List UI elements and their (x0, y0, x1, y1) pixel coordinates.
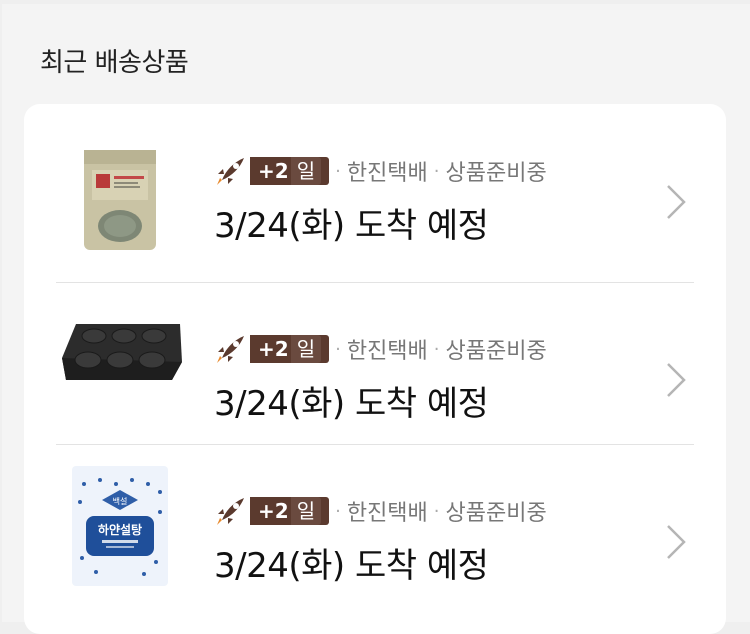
powder-pouch-icon (84, 150, 156, 250)
delivery-item[interactable]: 백설 하얀설탕 +2 일 · 한진택배 · 상품준비중 3/24(화) 도착 예… (24, 444, 726, 606)
sugar-bag-icon: 백설 하얀설탕 (72, 466, 168, 586)
badge-plus-days: +2 (250, 335, 289, 363)
delivery-meta: +2 일 · 한진택배 · 상품준비중 (214, 154, 547, 188)
badge-plus-days: +2 (250, 157, 289, 185)
arrival-estimate: 3/24(화) 도착 예정 (214, 546, 489, 586)
shipping-status: 상품준비중 (445, 161, 547, 186)
separator-dot: · (335, 500, 341, 522)
separator-dot: · (335, 160, 341, 182)
brand-seal-text: 백설 (113, 496, 128, 506)
delivery-item[interactable]: +2 일 · 한진택배 · 상품준비중 3/24(화) 도착 예정 (24, 104, 726, 266)
madeleine-baking-tray-icon (62, 324, 182, 380)
page: 최근 배송상품 +2 일 · 한진택배 · 상품준비중 3/24(화) 도착 예… (2, 4, 750, 634)
arrival-estimate: 3/24(화) 도착 예정 (214, 384, 489, 424)
badge-unit: 일 (290, 497, 322, 525)
chevron-right-icon[interactable] (664, 522, 688, 562)
shipping-status: 상품준비중 (445, 339, 547, 364)
separator-dot: · (335, 338, 341, 360)
rocket-icon (217, 336, 244, 363)
delivery-item[interactable]: +2 일 · 한진택배 · 상품준비중 3/24(화) 도착 예정 (24, 282, 726, 444)
rocket-icon (217, 498, 244, 525)
delivery-days-badge: +2 일 (250, 157, 330, 185)
chevron-right-icon[interactable] (664, 360, 688, 400)
product-name-text: 하얀설탕 (98, 522, 142, 537)
separator-dot: · (433, 160, 440, 182)
delivery-days-badge: +2 일 (250, 497, 330, 525)
badge-plus-days: +2 (250, 497, 289, 525)
separator-dot: · (433, 500, 440, 522)
section-title: 최근 배송상품 (40, 48, 189, 78)
delivery-meta: +2 일 · 한진택배 · 상품준비중 (214, 332, 547, 366)
carrier-name: 한진택배 (346, 161, 428, 186)
arrival-estimate: 3/24(화) 도착 예정 (214, 206, 489, 246)
recent-delivery-card: +2 일 · 한진택배 · 상품준비중 3/24(화) 도착 예정 +2 일 ·… (24, 104, 726, 634)
separator-dot: · (433, 338, 440, 360)
badge-unit: 일 (290, 335, 322, 363)
rocket-icon (217, 158, 244, 185)
carrier-name: 한진택배 (346, 501, 428, 526)
chevron-right-icon[interactable] (664, 182, 688, 222)
delivery-days-badge: +2 일 (250, 335, 330, 363)
delivery-meta: +2 일 · 한진택배 · 상품준비중 (214, 494, 547, 528)
badge-unit: 일 (290, 157, 322, 185)
carrier-name: 한진택배 (346, 339, 428, 364)
shipping-status: 상품준비중 (445, 501, 547, 526)
